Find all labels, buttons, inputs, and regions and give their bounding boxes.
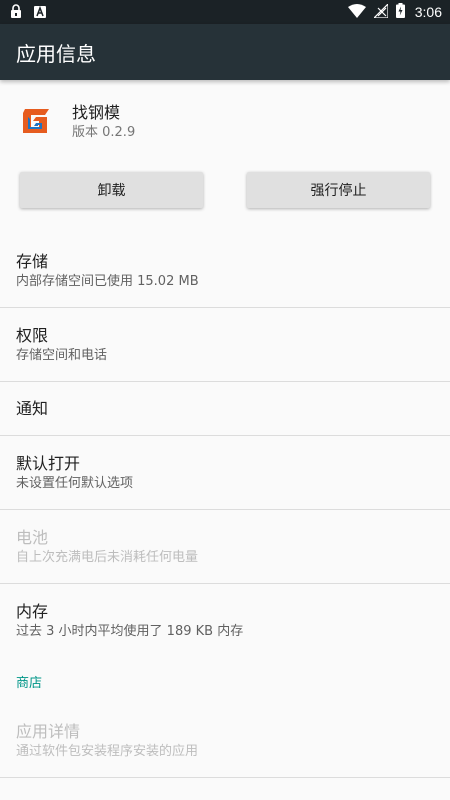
memory-title: 内存 [16, 602, 49, 621]
status-bar: 3:06 [0, 0, 450, 24]
force-stop-button[interactable]: 强行停止 [247, 172, 430, 208]
battery-summary: 自上次充满电后未消耗任何电量 [16, 549, 199, 565]
no-signal-icon [372, 2, 389, 22]
notifications-title: 通知 [16, 398, 49, 418]
app-details-item: 应用详情 通过软件包安装程序安装的应用 [0, 704, 450, 778]
storage-item[interactable]: 存储 内部存储空间已使用 15.02 MB [0, 234, 450, 308]
memory-summary: 过去 3 小时内平均使用了 189 KB 内存 [16, 624, 244, 639]
memory-item[interactable]: 内存 过去 3 小时内平均使用了 189 KB 内存 [0, 584, 450, 658]
storage-title: 存储 [16, 251, 49, 271]
action-buttons: 卸载 强行停止 [0, 164, 450, 224]
permissions-item[interactable]: 权限 存储空间和电话 [0, 308, 450, 382]
open-by-default-title: 默认打开 [16, 453, 81, 473]
open-by-default-item[interactable]: 默认打开 未设置任何默认选项 [0, 436, 450, 510]
app-info: 找钢模 版本 0.2.9 [72, 102, 135, 142]
store-category-header: 商店 [16, 675, 43, 691]
app-version: 版本 0.2.9 [72, 125, 136, 140]
app-details-title: 应用详情 [16, 721, 81, 741]
page-title: 应用信息 [16, 41, 96, 66]
lock-icon [10, 3, 22, 22]
battery-charging-icon [395, 2, 405, 22]
permissions-title: 权限 [16, 325, 49, 345]
app-bar: 应用信息 [0, 24, 450, 80]
notifications-item[interactable]: 通知 [0, 382, 450, 436]
app-details-summary: 通过软件包安装程序安装的应用 [16, 743, 199, 759]
status-bar-system: 3:06 [340, 2, 442, 22]
open-by-default-summary: 未设置任何默认选项 [16, 475, 134, 491]
app-header: 找钢模 版本 0.2.9 [0, 80, 450, 164]
status-bar-notifications [10, 3, 58, 22]
app-name: 找钢模 [72, 103, 121, 122]
uninstall-button[interactable]: 卸载 [20, 172, 203, 208]
app-logo-icon [16, 102, 56, 142]
battery-item: 电池 自上次充满电后未消耗任何电量 [0, 510, 450, 584]
clock: 3:06 [414, 4, 442, 20]
wifi-icon [347, 3, 366, 22]
preference-list: 存储 内部存储空间已使用 15.02 MB 权限 存储空间和电话 通知 默认打开… [0, 234, 450, 778]
permissions-summary: 存储空间和电话 [16, 347, 108, 363]
battery-title: 电池 [16, 527, 49, 547]
storage-summary: 内部存储空间已使用 15.02 MB [16, 273, 199, 289]
a-notification-icon [34, 3, 46, 22]
